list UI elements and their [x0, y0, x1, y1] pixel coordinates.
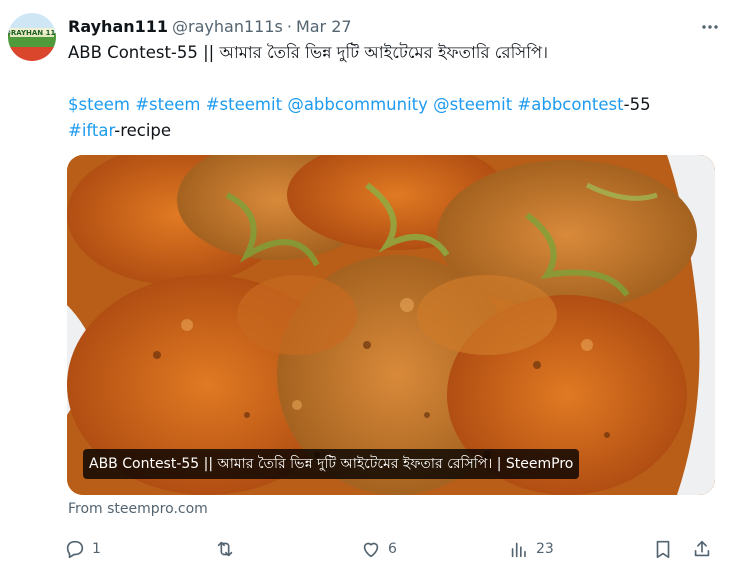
post-date[interactable]: Mar 27 [296, 17, 352, 36]
share-icon [694, 540, 710, 557]
mention-link[interactable]: @steemit [433, 95, 512, 114]
tag-link[interactable]: $steem [68, 95, 130, 114]
tweet-title-line: ABB Contest-55 || আমার তৈরি ভিন্ন দুটি আ… [68, 43, 549, 62]
more-options-button[interactable] [700, 17, 720, 37]
user-handle[interactable]: @rayhan111s [172, 17, 283, 36]
bookmark-icon [656, 540, 670, 559]
views-count: 23 [536, 541, 554, 557]
like-button[interactable]: 6 [360, 536, 397, 562]
bookmark-button[interactable] [652, 536, 674, 562]
views-button[interactable]: 23 [508, 536, 554, 562]
tag-link[interactable]: #steem [135, 95, 200, 114]
like-icon [363, 542, 379, 558]
card-image-fried-pakora [67, 155, 715, 495]
card-source-domain[interactable]: From steempro.com [68, 501, 208, 517]
share-button[interactable] [691, 536, 713, 562]
reply-icon [66, 540, 84, 559]
like-count: 6 [388, 541, 397, 557]
tweet-text: ABB Contest-55 || আমার তৈরি ভিন্ন দুটি আ… [68, 40, 728, 144]
tag-suffix: -55 [623, 95, 651, 114]
hashtag-line-2: #iftar-recipe [68, 118, 728, 144]
reply-count: 1 [92, 541, 101, 557]
tag-suffix: -recipe [114, 121, 172, 140]
action-bar: 1 6 23 [64, 536, 724, 562]
reply-button[interactable]: 1 [64, 536, 101, 562]
repost-button[interactable] [214, 536, 242, 562]
hashtag-line: $steem #steem #steemit @abbcommunity @st… [68, 92, 728, 118]
separator-dot: · [286, 16, 292, 36]
more-icon [702, 25, 718, 29]
views-icon [511, 542, 526, 558]
avatar-image: @RAYHAN 111 [8, 13, 56, 61]
tag-link[interactable]: #iftar [68, 121, 114, 140]
mention-link[interactable]: @abbcommunity [287, 95, 428, 114]
link-preview-card[interactable]: ABB Contest-55 || আমার তৈরি ভিন্ন দুটি আ… [67, 155, 715, 495]
tag-link[interactable]: #abbcontest [517, 95, 623, 114]
tag-link[interactable]: #steemit [206, 95, 282, 114]
card-caption: ABB Contest-55 || আমার তৈরি ভিন্ন দুটি আ… [83, 449, 580, 479]
tweet-header: Rayhan111 @rayhan111s · Mar 27 [68, 15, 706, 37]
display-name[interactable]: Rayhan111 [68, 17, 168, 36]
repost-icon [217, 541, 233, 557]
avatar-logo-text: @RAYHAN 111 [8, 29, 56, 37]
avatar[interactable]: @RAYHAN 111 [8, 13, 56, 61]
